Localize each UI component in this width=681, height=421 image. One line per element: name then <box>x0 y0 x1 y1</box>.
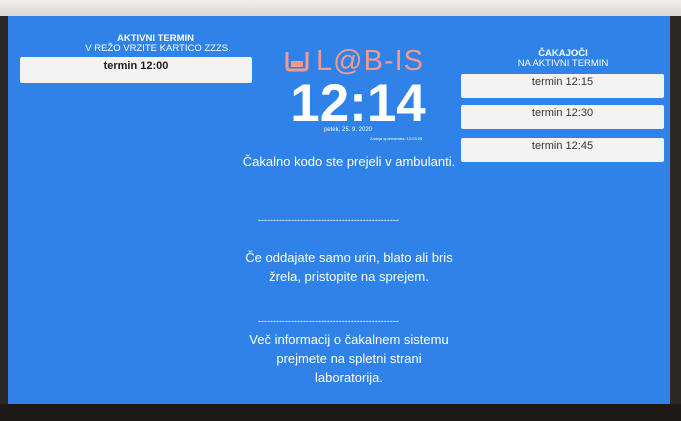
last-change-text: Zadnja sprememba: 12:03:28 <box>370 136 423 141</box>
monitor-bezel-top <box>0 0 681 16</box>
active-slot-instruction: V REŽO VRZITE KARTICO ZZZS. <box>85 43 231 54</box>
display-screen: AKTIVNI TERMIN V REŽO VRZITE KARTICO ZZZ… <box>8 16 670 404</box>
message-waiting-code: Čakalno kodo ste prejeli v ambulanti. <box>242 154 456 169</box>
waiting-slot-card: termin 12:15 <box>461 74 664 98</box>
cup-icon <box>285 52 309 72</box>
waiting-slot-card: termin 12:45 <box>461 138 664 162</box>
waiting-slot-card: termin 12:30 <box>461 105 664 129</box>
message-more-info: Več informacij o čakalnem sistemu prejme… <box>249 332 449 385</box>
divider: ----------------------------------------… <box>258 215 399 225</box>
divider: ----------------------------------------… <box>258 316 399 326</box>
monitor-bezel-bottom <box>0 404 681 421</box>
message-reception: Če oddajate samo urin, blato ali bris žr… <box>245 250 453 284</box>
clock-date: petek, 25. 9. 2020 <box>323 127 373 133</box>
logo-text: L@B-IS <box>316 45 424 77</box>
active-slot-card: termin 12:00 <box>20 57 252 83</box>
clock-time: 12:14 <box>290 74 426 133</box>
waiting-subtitle: NA AKTIVNI TERMIN <box>517 58 609 69</box>
